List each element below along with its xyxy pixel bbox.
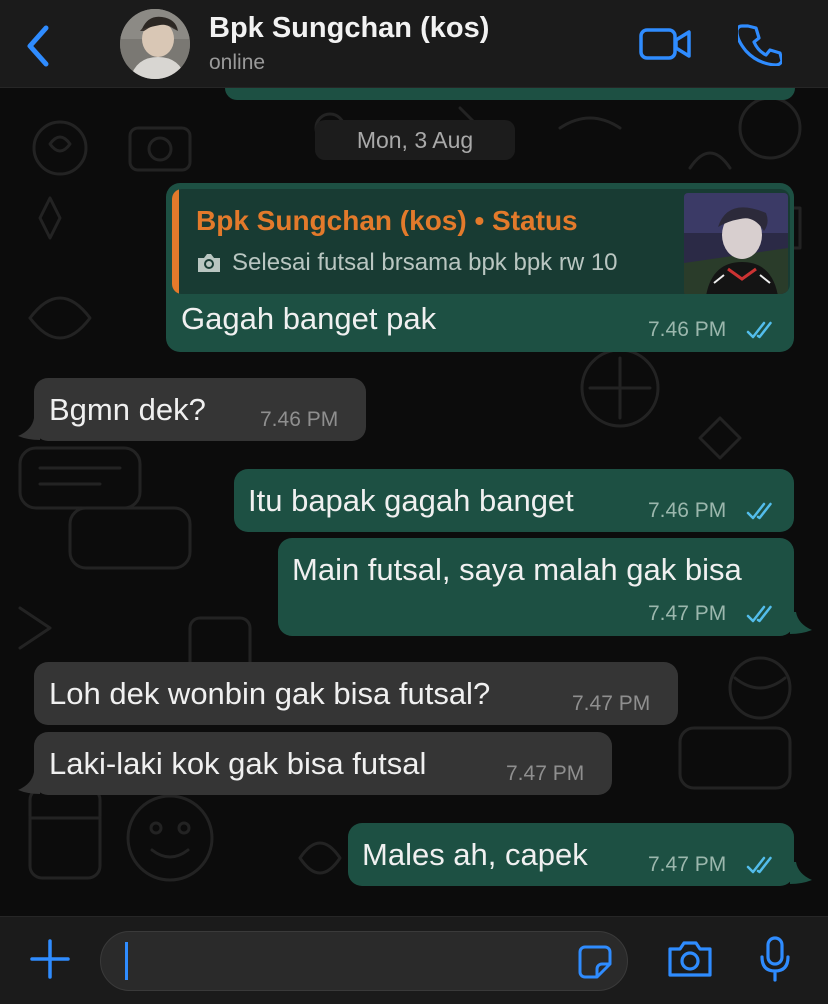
chat-header: Bpk Sungchan (kos) online	[0, 0, 828, 88]
video-call-button[interactable]	[638, 24, 692, 68]
bubble-tail	[790, 862, 812, 884]
sticker-button[interactable]	[577, 944, 613, 984]
message-text: Laki-laki kok gak bisa futsal	[49, 746, 427, 781]
double-check-icon	[746, 605, 772, 623]
composer-bar	[0, 916, 828, 1004]
message-time: 7.47 PM	[648, 602, 727, 625]
message-bubble-outgoing[interactable]: Main futsal, saya malah gak bisa 7.47 PM	[278, 538, 794, 636]
back-chevron-icon	[27, 25, 49, 67]
contact-name[interactable]: Bpk Sungchan (kos)	[209, 12, 489, 45]
message-bubble-outgoing[interactable]: Males ah, capek 7.47 PM	[348, 823, 794, 886]
message-text: Loh dek wonbin gak bisa futsal?	[49, 676, 491, 711]
message-input-container[interactable]	[100, 931, 628, 991]
camera-button[interactable]	[666, 939, 714, 983]
camera-icon	[196, 252, 222, 279]
message-text: Males ah, capek	[362, 837, 588, 872]
message-text: Gagah banget pak	[181, 301, 437, 336]
quoted-status-text: Selesai futsal brsama bpk bpk rw 10	[232, 249, 618, 276]
phone-icon	[735, 24, 784, 67]
status-thumbnail	[684, 193, 788, 294]
bubble-tail	[18, 772, 40, 794]
message-text: Itu bapak gagah banget	[248, 483, 574, 518]
avatar[interactable]	[120, 9, 190, 79]
message-time: 7.47 PM	[506, 762, 585, 785]
voice-call-button[interactable]	[735, 22, 784, 70]
message-input[interactable]	[135, 940, 555, 984]
quoted-status-title: Bpk Sungchan (kos) • Status	[196, 205, 578, 236]
plus-icon	[30, 939, 70, 979]
message-bubble-incoming[interactable]: Laki-laki kok gak bisa futsal 7.47 PM	[34, 732, 612, 795]
sticker-icon	[578, 945, 612, 979]
message-bubble-incoming[interactable]: Loh dek wonbin gak bisa futsal? 7.47 PM	[34, 662, 678, 725]
message-text: Bgmn dek?	[49, 392, 206, 427]
double-check-icon	[746, 856, 772, 874]
message-time: 7.47 PM	[572, 692, 651, 715]
video-call-icon	[639, 28, 691, 60]
microphone-icon	[760, 936, 790, 982]
voice-message-button[interactable]	[758, 935, 792, 987]
quote-accent-bar	[172, 189, 179, 294]
back-button[interactable]	[22, 24, 56, 68]
message-time: 7.46 PM	[648, 499, 727, 522]
quoted-status[interactable]: Bpk Sungchan (kos) • Status Selesai futs…	[172, 189, 790, 294]
message-bubble-incoming[interactable]: Bgmn dek? 7.46 PM	[34, 378, 366, 441]
bubble-tail	[790, 612, 812, 634]
message-bubble-outgoing[interactable]: Itu bapak gagah banget 7.46 PM	[234, 469, 794, 532]
bubble-tail	[18, 418, 40, 440]
message-time: 7.46 PM	[260, 408, 339, 431]
date-separator: Mon, 3 Aug	[315, 120, 515, 160]
contact-status: online	[209, 51, 266, 74]
text-caret	[125, 942, 128, 980]
camera-icon	[668, 941, 712, 977]
double-check-icon	[746, 502, 772, 520]
message-text: Main futsal, saya malah gak bisa	[292, 552, 742, 587]
message-time: 7.47 PM	[648, 853, 727, 876]
double-check-icon	[746, 321, 772, 339]
message-bubble-outgoing[interactable]: Bpk Sungchan (kos) • Status Selesai futs…	[166, 183, 794, 352]
message-time: 7.46 PM	[648, 318, 727, 341]
attach-button[interactable]	[28, 937, 72, 981]
